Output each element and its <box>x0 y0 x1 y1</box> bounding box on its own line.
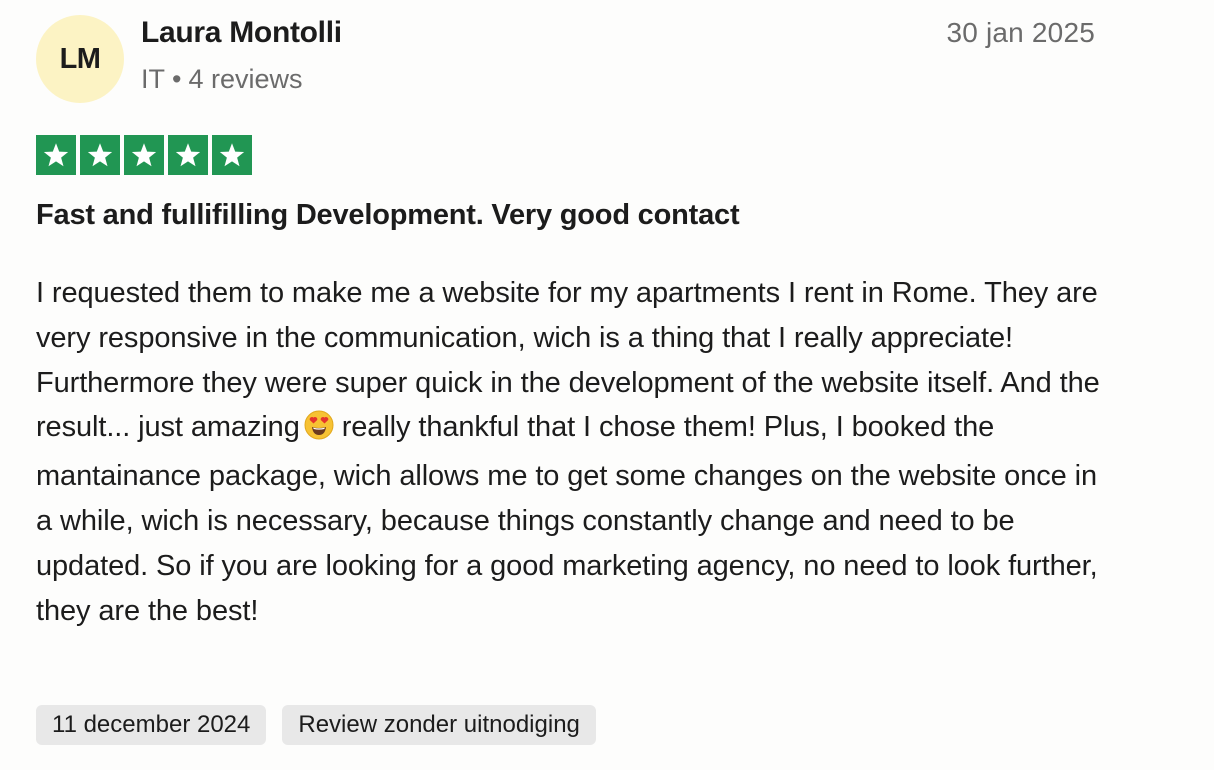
author-name-link[interactable]: Laura Montolli <box>141 16 342 50</box>
star-icon <box>124 135 164 175</box>
experience-date-tag: 11 december 2024 <box>36 705 267 745</box>
avatar-initials: LM <box>59 42 101 75</box>
star-icon <box>80 135 120 175</box>
review-body-text-continued: really thankful that I chose them! Plus,… <box>36 411 1098 627</box>
author-review-count: 4 reviews <box>188 64 303 94</box>
review-type-tag[interactable]: Review zonder uitnodiging <box>282 705 596 745</box>
review-body: I requested them to make me a website fo… <box>36 271 1106 633</box>
avatar[interactable]: LM <box>36 15 124 103</box>
star-icon <box>212 135 252 175</box>
author-country: IT <box>141 64 165 94</box>
star-rating <box>36 135 252 175</box>
review-card: LM Laura Montolli IT • 4 reviews 30 jan … <box>0 0 1214 770</box>
author-meta: IT • 4 reviews <box>141 64 303 95</box>
meta-separator: • <box>172 64 182 94</box>
review-title[interactable]: Fast and fullifilling Development. Very … <box>36 199 740 232</box>
star-icon <box>168 135 208 175</box>
review-tags: 11 december 2024 Review zonder uitnodigi… <box>36 705 596 745</box>
review-date: 30 jan 2025 <box>946 17 1095 48</box>
star-icon <box>36 135 76 175</box>
heart-eyes-emoji-icon <box>304 409 334 454</box>
